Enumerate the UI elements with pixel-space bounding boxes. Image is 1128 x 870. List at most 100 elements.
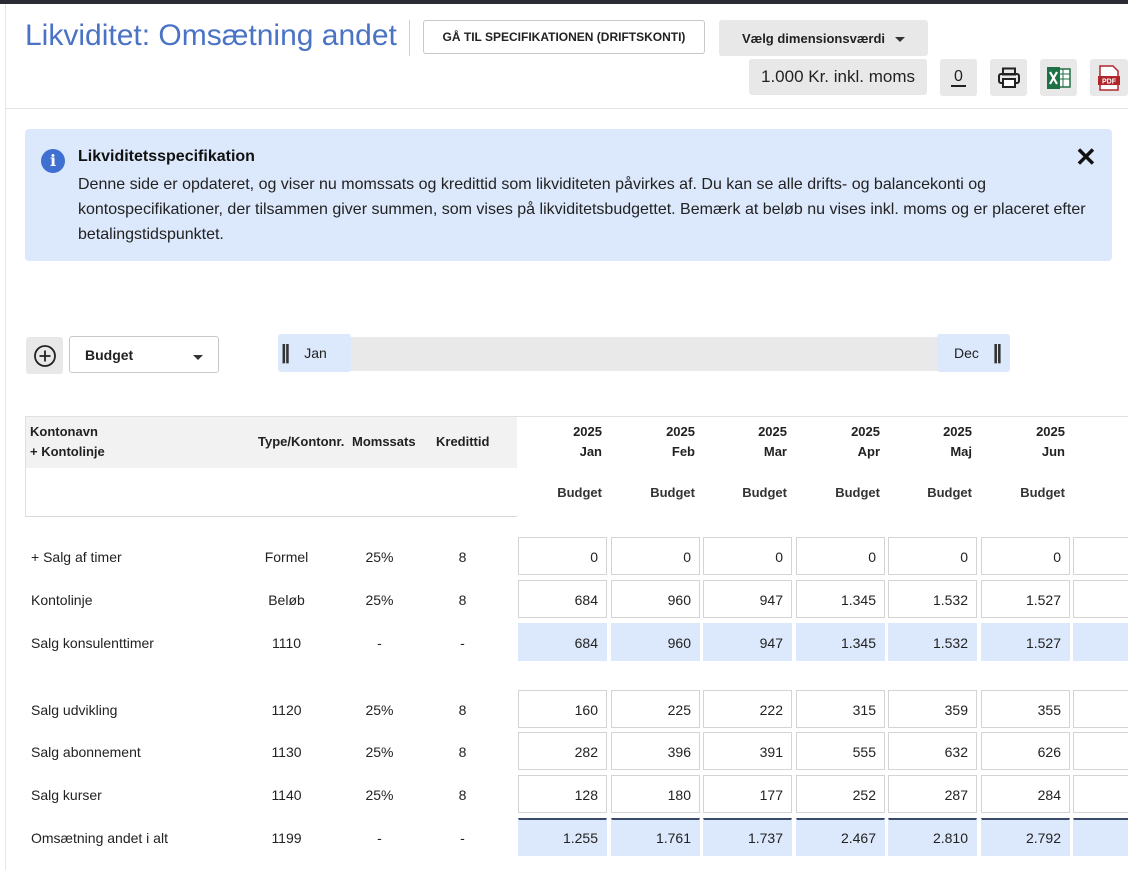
row-kredit: 8 — [458, 549, 467, 565]
row-name[interactable]: Salg abonnement — [31, 744, 141, 760]
top-border — [0, 0, 1128, 4]
month-header-year: 2025 — [666, 424, 695, 439]
value-cell[interactable]: 282 — [518, 732, 607, 770]
value-cell[interactable]: 1.255 — [518, 818, 607, 856]
table-row: Salg udvikling 1120 25% 8 160 225 222 315 359 355 — [25, 690, 1128, 730]
unit-button[interactable]: 1.000 Kr. inkl. moms — [749, 59, 927, 95]
row-type: 1120 — [271, 702, 302, 718]
month-header-year: 2025 — [851, 424, 880, 439]
info-title: Likviditetsspecifikation — [78, 148, 255, 165]
value-cell[interactable]: 947 — [703, 580, 792, 618]
svg-text:PDF: PDF — [1102, 78, 1117, 85]
goto-specification-button[interactable]: GÅ TIL SPECIFIKATIONEN (DRIFTSKONTI) — [423, 20, 705, 54]
scenario-select-label: Budget — [85, 347, 134, 363]
print-icon — [997, 67, 1020, 88]
value-cell[interactable]: 684 — [518, 623, 607, 661]
value-cell[interactable]: 359 — [888, 690, 977, 728]
value-cell[interactable]: 222 — [703, 690, 792, 728]
month-header-month: Feb — [671, 444, 695, 459]
value-cell[interactable]: 1.527 — [981, 623, 1070, 661]
row-moms: 25% — [365, 702, 394, 718]
zero-toggle-icon: 0 — [951, 68, 966, 87]
row-name[interactable]: Omsætning andet i alt — [31, 830, 168, 846]
range-end-label: Dec — [954, 345, 979, 361]
value-cell[interactable]: 1.345 — [796, 623, 885, 661]
pdf-export-button[interactable]: PDF — [1090, 59, 1128, 96]
value-cell[interactable]: 960 — [611, 580, 700, 618]
month-header-scenario: Budget — [927, 485, 972, 500]
value-cell[interactable]: 1.532 — [888, 623, 977, 661]
range-start-label: Jan — [304, 345, 327, 361]
value-cell[interactable]: 1.527 — [981, 580, 1070, 618]
value-cell[interactable]: 391 — [703, 732, 792, 770]
close-icon[interactable]: ✕ — [1075, 143, 1097, 171]
value-cell[interactable]: 0 — [518, 537, 607, 575]
print-button[interactable] — [990, 59, 1027, 96]
value-cell[interactable]: 0 — [611, 537, 700, 575]
row-name[interactable]: Salg kurser — [31, 787, 102, 803]
value-cell[interactable]: 960 — [611, 623, 700, 661]
table-header-top-border — [25, 416, 1128, 417]
row-moms: - — [377, 635, 382, 651]
table-row: + Salg af timer Formel 25% 8 0 0 0 0 0 0 — [25, 537, 1128, 577]
month-range-track[interactable] — [278, 337, 1010, 371]
value-cell[interactable]: 396 — [611, 732, 700, 770]
excel-export-button[interactable] — [1040, 59, 1077, 96]
dimension-select-button[interactable]: Vælg dimensionsværdi — [719, 20, 928, 56]
value-cell[interactable]: 0 — [703, 537, 792, 575]
value-cell[interactable]: 225 — [611, 690, 700, 728]
value-cell[interactable]: 2.467 — [796, 818, 885, 856]
value-cell-partial[interactable] — [1073, 537, 1128, 575]
value-cell-partial[interactable] — [1073, 580, 1128, 618]
value-cell[interactable]: 252 — [796, 775, 885, 813]
range-start-handle[interactable]: || Jan — [278, 334, 351, 372]
row-type: 1110 — [271, 635, 302, 651]
column-header-name: Kontonavn — [30, 424, 98, 439]
value-cell[interactable]: 2.810 — [888, 818, 977, 856]
value-cell-partial[interactable] — [1073, 732, 1128, 770]
add-button[interactable] — [26, 337, 63, 374]
value-cell[interactable]: 160 — [518, 690, 607, 728]
row-kredit: - — [460, 635, 465, 651]
value-cell[interactable]: 0 — [796, 537, 885, 575]
row-type: 1130 — [271, 744, 302, 760]
row-name[interactable]: Salg konsulenttimer — [31, 635, 154, 651]
info-icon: i — [41, 149, 65, 173]
value-cell[interactable]: 0 — [888, 537, 977, 575]
row-kredit: 8 — [458, 787, 467, 803]
value-cell[interactable]: 1.345 — [796, 580, 885, 618]
value-cell[interactable]: 632 — [888, 732, 977, 770]
value-cell-partial[interactable] — [1073, 623, 1128, 661]
zero-toggle-button[interactable]: 0 — [940, 59, 977, 96]
value-cell[interactable]: 555 — [796, 732, 885, 770]
value-cell[interactable]: 684 — [518, 580, 607, 618]
value-cell[interactable]: 355 — [981, 690, 1070, 728]
value-cell[interactable]: 0 — [981, 537, 1070, 575]
row-name[interactable]: Kontolinje — [31, 592, 93, 608]
row-moms: 25% — [365, 549, 394, 565]
value-cell[interactable]: 177 — [703, 775, 792, 813]
range-end-handle[interactable]: Dec || — [937, 334, 1010, 372]
row-kredit: 8 — [458, 592, 467, 608]
value-cell[interactable]: 2.792 — [981, 818, 1070, 856]
value-cell[interactable]: 1.761 — [611, 818, 700, 856]
pdf-icon: PDF — [1098, 64, 1120, 91]
value-cell[interactable]: 626 — [981, 732, 1070, 770]
value-cell[interactable]: 947 — [703, 623, 792, 661]
row-name[interactable]: + Salg af timer — [31, 549, 122, 565]
column-header-type: Type/Kontonr. — [258, 434, 345, 449]
value-cell[interactable]: 284 — [981, 775, 1070, 813]
value-cell[interactable]: 315 — [796, 690, 885, 728]
value-cell[interactable]: 1.737 — [703, 818, 792, 856]
value-cell-partial[interactable] — [1073, 818, 1128, 856]
value-cell[interactable]: 1.532 — [888, 580, 977, 618]
scenario-select[interactable]: Budget — [69, 336, 219, 373]
value-cell-partial[interactable] — [1073, 690, 1128, 728]
value-cell[interactable]: 128 — [518, 775, 607, 813]
row-name[interactable]: Salg udvikling — [31, 702, 117, 718]
table-header-bottom-border — [25, 516, 517, 517]
value-cell-partial[interactable] — [1073, 775, 1128, 813]
value-cell[interactable]: 180 — [611, 775, 700, 813]
value-cell[interactable]: 287 — [888, 775, 977, 813]
row-moms: - — [377, 830, 382, 846]
